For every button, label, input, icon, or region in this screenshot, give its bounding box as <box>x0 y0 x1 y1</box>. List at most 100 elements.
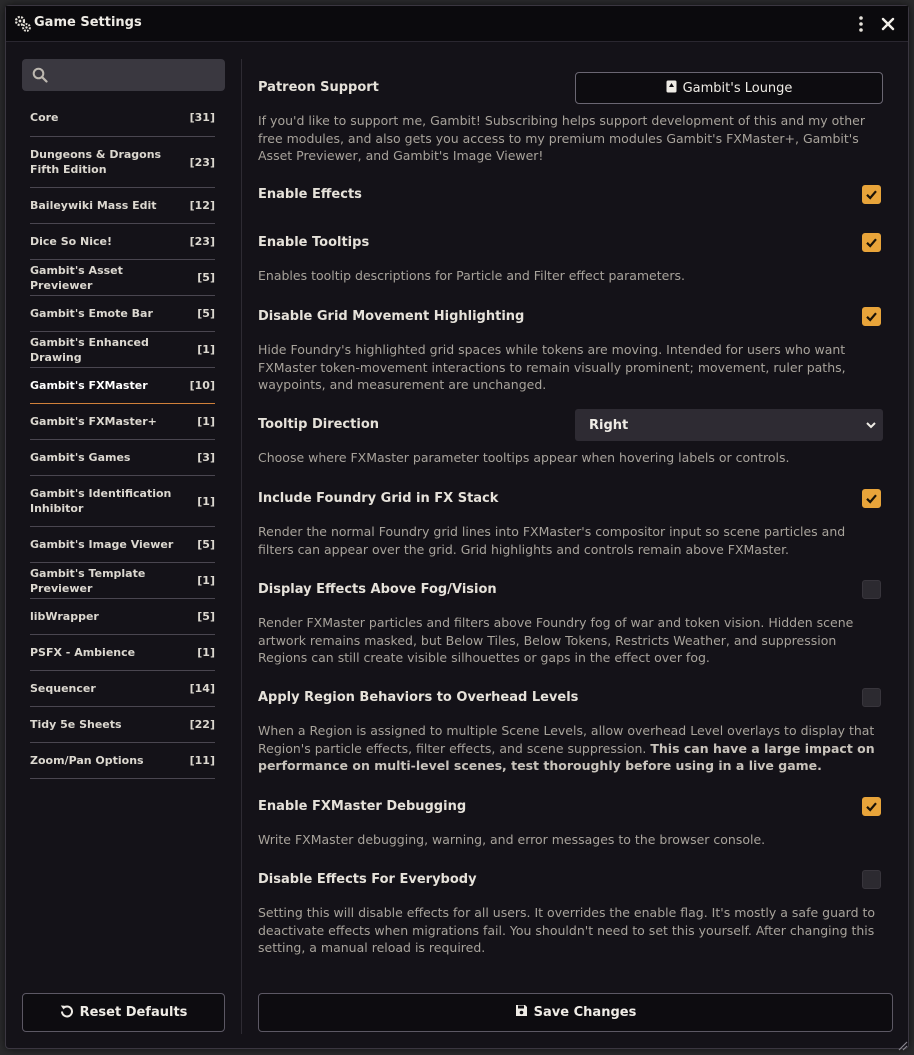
more-options-icon[interactable] <box>852 14 870 34</box>
setting-label: Enable Tooltips <box>258 235 370 250</box>
sidebar-item-template-previewer[interactable]: Gambit's Template Previewer [1] <box>30 563 215 599</box>
sidebar-item-count: [14] <box>189 682 215 695</box>
setting-description: Render FXMaster particles and filters ab… <box>258 615 854 665</box>
include-grid-checkbox[interactable] <box>862 489 881 508</box>
check-icon <box>866 238 877 248</box>
category-list: Core [31] Dungeons & Dragons Fifth Editi… <box>30 99 215 779</box>
check-icon <box>866 190 877 200</box>
sidebar-item-count: [5] <box>197 271 215 284</box>
sidebar-item-enhanced-drawing[interactable]: Gambit's Enhanced Drawing [1] <box>30 332 215 368</box>
setting-description: Choose where FXMaster parameter tooltips… <box>258 450 790 465</box>
sidebar-item-image-viewer[interactable]: Gambit's Image Viewer [5] <box>30 527 215 563</box>
sidebar-item-libwrapper[interactable]: libWrapper [5] <box>30 599 215 635</box>
sidebar-item-count: [1] <box>197 494 215 508</box>
sidebar-item-label: Gambit's Image Viewer <box>30 538 174 551</box>
sidebar-item-label: Gambit's Identification Inhibitor <box>30 487 172 515</box>
sidebar-item-label: Gambit's Enhanced Drawing <box>30 335 149 364</box>
sidebar-item-count: [10] <box>189 379 215 392</box>
check-icon <box>866 312 877 322</box>
save-icon <box>515 1004 528 1021</box>
setting-description: Enables tooltip descriptions for Particl… <box>258 268 685 283</box>
sidebar-item-psfx-ambience[interactable]: PSFX - Ambience [1] <box>30 635 215 671</box>
check-icon <box>866 494 877 504</box>
sidebar-item-core[interactable]: Core [31] <box>30 99 215 137</box>
enable-tooltips-checkbox[interactable] <box>862 233 881 252</box>
sidebar-item-label: libWrapper <box>30 610 99 623</box>
save-changes-label: Save Changes <box>533 1005 637 1020</box>
setting-label: Enable Effects <box>258 187 362 202</box>
sidebar-item-fxmaster-plus[interactable]: Gambit's FXMaster+ [1] <box>30 404 215 440</box>
sidebar-item-count: [12] <box>189 199 215 212</box>
sidebar-item-sequencer[interactable]: Sequencer [14] <box>30 671 215 707</box>
sidebar-item-label: Sequencer <box>30 682 96 695</box>
sidebar-item-count: [22] <box>189 718 215 731</box>
sidebar-item-count: [1] <box>197 574 215 587</box>
reset-defaults-button[interactable]: Reset Defaults <box>22 993 225 1032</box>
sidebar-item-label: Gambit's FXMaster+ <box>30 415 157 428</box>
sidebar-item-asset-previewer[interactable]: Gambit's Asset Previewer [5] <box>30 260 215 296</box>
resize-handle-icon[interactable] <box>896 1036 908 1051</box>
sidebar-item-games[interactable]: Gambit's Games [3] <box>30 440 215 476</box>
sidebar-item-baileywiki[interactable]: Baileywiki Mass Edit [12] <box>30 188 215 224</box>
debugging-checkbox[interactable] <box>862 797 881 816</box>
setting-label: Disable Effects For Everybody <box>258 872 477 887</box>
sidebar-item-label: Tidy 5e Sheets <box>30 718 122 731</box>
setting-label: Tooltip Direction <box>258 417 379 432</box>
window-title: Game Settings <box>34 15 142 30</box>
chevron-down-icon <box>865 419 877 431</box>
title-bar[interactable]: Game Settings <box>6 6 908 42</box>
sidebar-item-identification-inhibitor[interactable]: Gambit's Identification Inhibitor [1] <box>30 476 215 527</box>
save-changes-button[interactable]: Save Changes <box>258 993 893 1032</box>
sidebar-item-count: [1] <box>197 343 215 356</box>
gambits-lounge-label: Gambit's Lounge <box>682 80 793 96</box>
setting-label: Include Foundry Grid in FX Stack <box>258 491 499 506</box>
sidebar-item-label: Gambit's FXMaster <box>30 379 148 392</box>
close-icon[interactable] <box>879 14 897 34</box>
sidebar-item-fxmaster[interactable]: Gambit's FXMaster [10] <box>30 368 215 404</box>
sidebar-item-count: [5] <box>197 538 215 551</box>
undo-icon <box>60 1004 74 1022</box>
disable-everybody-checkbox[interactable] <box>862 870 881 889</box>
sidebar-item-count: [23] <box>189 235 215 248</box>
setting-label: Display Effects Above Fog/Vision <box>258 582 497 597</box>
sidebar-item-tidy5e[interactable]: Tidy 5e Sheets [22] <box>30 707 215 743</box>
setting-description: Setting this will disable effects for al… <box>258 905 876 955</box>
setting-description: Hide Foundry's highlighted grid spaces w… <box>258 342 846 392</box>
sidebar-item-label: Gambit's Asset Previewer <box>30 263 123 292</box>
sidebar-item-count: [31] <box>189 111 215 124</box>
search-icon <box>32 67 48 83</box>
setting-label: Patreon Support <box>258 80 379 95</box>
sidebar-item-dnd5e[interactable]: Dungeons & Dragons Fifth Edition [23] <box>30 137 215 188</box>
sidebar-item-count: [11] <box>189 754 215 767</box>
settings-window: Game Settings Core [31] Dungeons & Drago… <box>5 5 909 1051</box>
select-value: Right <box>589 417 629 433</box>
above-fog-checkbox[interactable] <box>862 580 881 599</box>
sidebar-item-label: Baileywiki Mass Edit <box>30 199 157 212</box>
check-icon <box>866 802 877 812</box>
disable-grid-checkbox[interactable] <box>862 307 881 326</box>
sidebar-item-label: Core <box>30 111 59 124</box>
setting-label: Disable Grid Movement Highlighting <box>258 309 525 324</box>
reset-defaults-label: Reset Defaults <box>79 1005 188 1020</box>
sidebar-item-count: [3] <box>197 451 215 464</box>
sidebar-item-count: [5] <box>197 307 215 320</box>
sidebar-item-count: [1] <box>197 646 215 659</box>
sidebar-item-dice-so-nice[interactable]: Dice So Nice! [23] <box>30 224 215 260</box>
gambits-lounge-button[interactable]: Gambit's Lounge <box>575 72 883 104</box>
sidebar-item-emote-bar[interactable]: Gambit's Emote Bar [5] <box>30 296 215 332</box>
sidebar-item-label: Dungeons & Dragons Fifth Edition <box>30 148 162 176</box>
setting-label: Enable FXMaster Debugging <box>258 799 467 814</box>
tooltip-direction-select[interactable]: Right <box>575 409 883 441</box>
setting-description: Render the normal Foundry grid lines int… <box>258 524 846 557</box>
setting-description: Write FXMaster debugging, warning, and e… <box>258 832 766 847</box>
sidebar-item-label: Gambit's Template Previewer <box>30 566 146 595</box>
sidebar-item-count: [5] <box>197 610 215 623</box>
search-input[interactable] <box>22 59 225 91</box>
sidebar-item-zoom-pan[interactable]: Zoom/Pan Options [11] <box>30 743 215 779</box>
sidebar-item-label: PSFX - Ambience <box>30 646 136 659</box>
patreon-icon <box>666 80 677 97</box>
sidebar-item-label: Gambit's Emote Bar <box>30 307 153 320</box>
gears-icon <box>14 15 32 33</box>
region-overhead-checkbox[interactable] <box>862 688 881 707</box>
enable-effects-checkbox[interactable] <box>862 185 881 204</box>
